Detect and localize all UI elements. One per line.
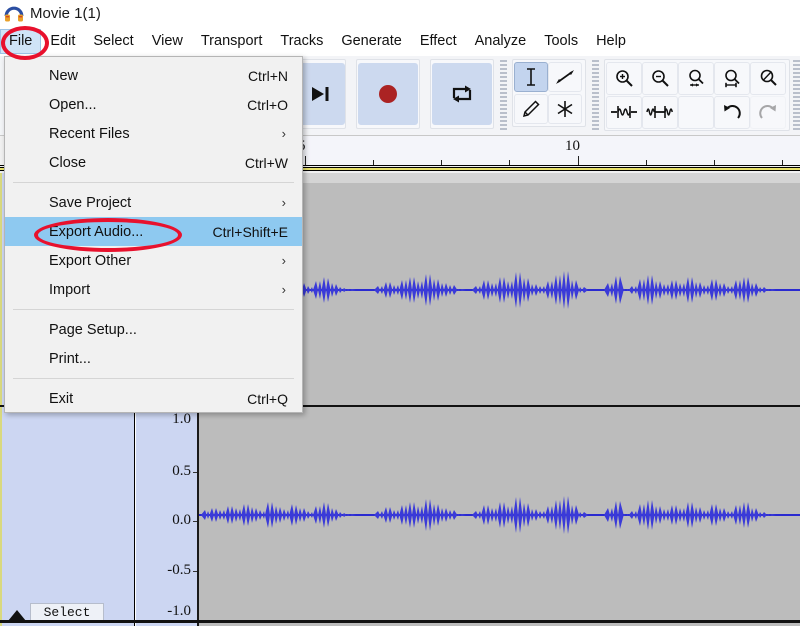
chevron-right-icon: › xyxy=(281,195,286,210)
vruler-label: 0.5 xyxy=(172,463,191,479)
menu-item-open[interactable]: Open... Ctrl+O xyxy=(5,90,302,119)
file-menu-dropdown: New Ctrl+N Open... Ctrl+O Recent Files ›… xyxy=(4,56,303,413)
menu-item-export-audio[interactable]: Export Audio... Ctrl+Shift+E xyxy=(5,217,302,246)
timeline-tick-minor xyxy=(441,160,442,165)
menu-item-accel: Ctrl+Shift+E xyxy=(212,223,288,240)
menu-item-label: Open... xyxy=(49,96,97,113)
undo-button[interactable] xyxy=(714,95,750,129)
loop-button[interactable] xyxy=(432,63,492,125)
menu-separator xyxy=(13,182,294,183)
menu-item-import[interactable]: Import › xyxy=(5,275,302,304)
menu-item-label: New xyxy=(49,67,79,84)
track-2-control-panel[interactable]: Select xyxy=(2,407,135,626)
menu-item-label: Print... xyxy=(49,350,91,367)
menu-item-print[interactable]: Print... xyxy=(5,344,302,373)
timeline-tick-minor xyxy=(782,160,783,165)
toolbar-right-grip[interactable] xyxy=(793,60,800,130)
edit-toolbar-spacer xyxy=(678,95,714,129)
timeline-tick-major xyxy=(578,156,579,165)
menu-item-accel: Ctrl+Q xyxy=(247,390,288,407)
menu-item-label: Recent Files xyxy=(49,125,130,142)
menu-effect[interactable]: Effect xyxy=(411,29,466,54)
menu-file[interactable]: File xyxy=(0,29,42,54)
selection-tool[interactable] xyxy=(514,62,548,92)
record-toolbar xyxy=(356,59,420,129)
vruler-tick xyxy=(193,571,197,572)
trim-audio-button[interactable] xyxy=(606,95,642,129)
timeline-tick-minor xyxy=(373,160,374,165)
zoom-in-button[interactable] xyxy=(606,61,642,95)
fit-selection-button[interactable] xyxy=(678,61,714,95)
silence-audio-button[interactable] xyxy=(642,95,678,129)
menu-item-accel: Ctrl+N xyxy=(247,67,288,84)
menu-edit[interactable]: Edit xyxy=(41,29,84,54)
menu-item-accel: Ctrl+W xyxy=(244,154,288,171)
menu-item-close[interactable]: Close Ctrl+W xyxy=(5,148,302,177)
menu-analyze[interactable]: Analyze xyxy=(466,29,536,54)
timeline-tick-minor xyxy=(646,160,647,165)
timeline-tick-minor xyxy=(714,160,715,165)
zoom-toggle-button[interactable] xyxy=(750,61,786,95)
menu-item-label: Save Project xyxy=(49,194,132,211)
menu-item-save-project[interactable]: Save Project › xyxy=(5,188,302,217)
chevron-right-icon: › xyxy=(281,126,286,141)
vruler-label: -1.0 xyxy=(167,603,191,619)
menu-view[interactable]: View xyxy=(143,29,192,54)
edit-toolbar xyxy=(604,59,790,131)
timeline-label-10: 10 xyxy=(565,138,580,154)
track-2-waveform-svg xyxy=(199,496,800,534)
menu-item-export-other[interactable]: Export Other › xyxy=(5,246,302,275)
loop-toolbar xyxy=(430,59,494,129)
vruler-label: 1.0 xyxy=(172,411,191,427)
audacity-headphones-icon xyxy=(4,5,24,23)
menu-separator xyxy=(13,309,294,310)
track-2-waveform[interactable] xyxy=(199,407,800,626)
chevron-right-icon: › xyxy=(281,253,286,268)
menu-item-exit[interactable]: Exit Ctrl+Q xyxy=(5,384,302,413)
audacity-window: Movie 1(1) File Edit Select View Transpo… xyxy=(0,0,800,626)
tools-toolbar xyxy=(512,59,586,127)
menu-select[interactable]: Select xyxy=(84,29,142,54)
menu-tracks[interactable]: Tracks xyxy=(271,29,332,54)
track-2-vertical-ruler: 1.0 0.5 0.0 -0.5 -1.0 xyxy=(136,407,199,626)
timeline-tick-minor xyxy=(509,160,510,165)
menu-item-new[interactable]: New Ctrl+N xyxy=(5,61,302,90)
redo-button[interactable] xyxy=(750,95,786,129)
track-2: Select 1.0 0.5 0.0 -0.5 -1.0 xyxy=(0,407,800,626)
menu-item-label: Page Setup... xyxy=(49,321,137,338)
menu-help[interactable]: Help xyxy=(587,29,635,54)
menu-transport[interactable]: Transport xyxy=(192,29,272,54)
zoom-out-button[interactable] xyxy=(642,61,678,95)
menu-separator xyxy=(13,378,294,379)
vruler-label: -0.5 xyxy=(167,562,191,578)
menu-tools[interactable]: Tools xyxy=(535,29,587,54)
menu-generate[interactable]: Generate xyxy=(332,29,410,54)
fit-project-button[interactable] xyxy=(714,61,750,95)
track-bottom-border xyxy=(0,620,800,623)
menu-item-accel: Ctrl+O xyxy=(247,96,288,113)
menu-item-label: Close xyxy=(49,154,87,171)
tools-toolbar-grip[interactable] xyxy=(500,60,507,130)
transport-toolbar-end xyxy=(296,59,346,129)
menu-item-label: Import xyxy=(49,281,91,298)
menu-item-label: Export Other xyxy=(49,252,132,269)
menu-item-label: Export Audio... xyxy=(49,223,144,240)
vruler-label: 0.0 xyxy=(172,512,191,528)
menu-item-label: Exit xyxy=(49,390,74,407)
menu-item-page-setup[interactable]: Page Setup... xyxy=(5,315,302,344)
menu-item-recent-files[interactable]: Recent Files › xyxy=(5,119,302,148)
edit-toolbar-grip[interactable] xyxy=(592,60,599,130)
skip-to-end-button[interactable] xyxy=(297,63,345,125)
title-bar: Movie 1(1) xyxy=(0,0,800,27)
chevron-right-icon: › xyxy=(281,282,286,297)
vruler-tick xyxy=(193,521,197,522)
record-button[interactable] xyxy=(358,63,418,125)
envelope-tool[interactable] xyxy=(548,62,582,92)
multi-tool[interactable] xyxy=(548,94,582,124)
window-title: Movie 1(1) xyxy=(30,4,101,22)
timeline-tick-major xyxy=(305,156,306,165)
vruler-tick xyxy=(193,472,197,473)
draw-tool[interactable] xyxy=(514,94,548,124)
menu-bar: File Edit Select View Transport Tracks G… xyxy=(0,27,800,56)
